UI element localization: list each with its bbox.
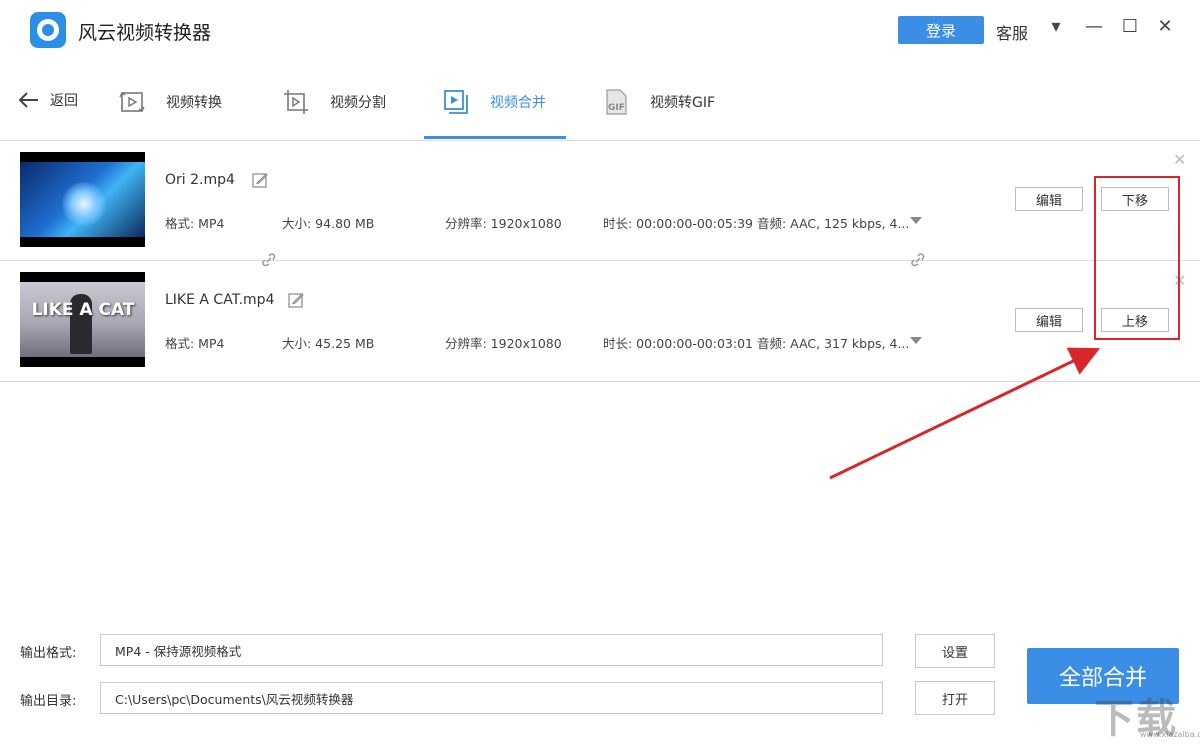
watermark-url: www.xiazaiba.com: [1140, 730, 1200, 739]
tab-video-merge[interactable]: 视频合并: [442, 84, 546, 120]
output-format-field[interactable]: MP4 - 保持源视频格式: [100, 634, 883, 666]
edit-button[interactable]: 编辑: [1015, 187, 1083, 211]
app-title: 风云视频转换器: [78, 22, 212, 44]
open-folder-button[interactable]: 打开: [915, 681, 995, 715]
tab-label: 视频分割: [330, 95, 386, 111]
file-resolution: 分辨率: 1920x1080: [445, 336, 562, 351]
back-button[interactable]: 返回: [18, 90, 78, 110]
file-audio: 音频: AAC, 125 kbps, 4...: [757, 216, 910, 231]
minimize-icon[interactable]: —: [1084, 16, 1104, 37]
annotation-arrow: [829, 347, 1101, 480]
settings-button[interactable]: 设置: [915, 634, 995, 668]
file-resolution: 分辨率: 1920x1080: [445, 216, 562, 231]
login-button[interactable]: 登录: [898, 16, 984, 44]
tab-video-gif[interactable]: GIF 视频转GIF: [602, 84, 715, 120]
tab-video-convert[interactable]: 视频转换: [118, 84, 222, 120]
edit-button[interactable]: 编辑: [1015, 308, 1083, 332]
svg-text:GIF: GIF: [608, 103, 625, 113]
file-format: 格式: MP4: [165, 216, 225, 231]
tab-label: 视频合并: [490, 95, 546, 111]
video-convert-icon: [119, 91, 145, 113]
highlight-box: [1094, 176, 1180, 340]
app-logo-icon: [30, 12, 66, 48]
customer-service-link[interactable]: 客服: [996, 20, 1028, 44]
tab-video-split[interactable]: 视频分割: [282, 84, 386, 120]
thumbnail-caption: LIKE A CAT: [31, 300, 135, 320]
maximize-icon[interactable]: ☐: [1120, 16, 1140, 37]
output-format-label: 输出格式:: [20, 646, 77, 661]
file-name: Ori 2.mp4: [165, 172, 235, 188]
output-dir-field[interactable]: C:\Users\pc\Documents\风云视频转换器: [100, 682, 883, 714]
video-thumbnail: LIKE A CAT: [20, 272, 145, 367]
active-tab-indicator: [424, 136, 566, 139]
output-dir-label: 输出目录:: [20, 694, 77, 709]
back-label: 返回: [50, 93, 78, 109]
tab-label: 视频转GIF: [650, 95, 716, 111]
file-size: 大小: 45.25 MB: [282, 336, 375, 351]
close-window-icon[interactable]: ✕: [1155, 16, 1175, 37]
arrow-left-icon: [18, 92, 38, 108]
video-gif-icon: GIF: [606, 89, 627, 115]
remove-file-icon[interactable]: ✕: [1173, 150, 1186, 169]
video-merge-icon: [444, 90, 468, 114]
video-thumbnail: [20, 152, 145, 247]
menu-dropdown-icon[interactable]: ▾: [1046, 16, 1066, 37]
rename-edit-icon[interactable]: [288, 292, 304, 308]
video-split-icon: [284, 90, 308, 114]
rename-edit-icon[interactable]: [252, 172, 268, 188]
file-duration: 时长: 00:00:00-00:05:39: [603, 216, 753, 231]
file-duration: 时长: 00:00:00-00:03:01: [603, 336, 753, 351]
file-size: 大小: 94.80 MB: [282, 216, 375, 231]
tab-label: 视频转换: [166, 95, 222, 111]
file-format: 格式: MP4: [165, 336, 225, 351]
audio-dropdown-icon[interactable]: [910, 217, 922, 224]
file-name: LIKE A CAT.mp4: [165, 292, 275, 308]
